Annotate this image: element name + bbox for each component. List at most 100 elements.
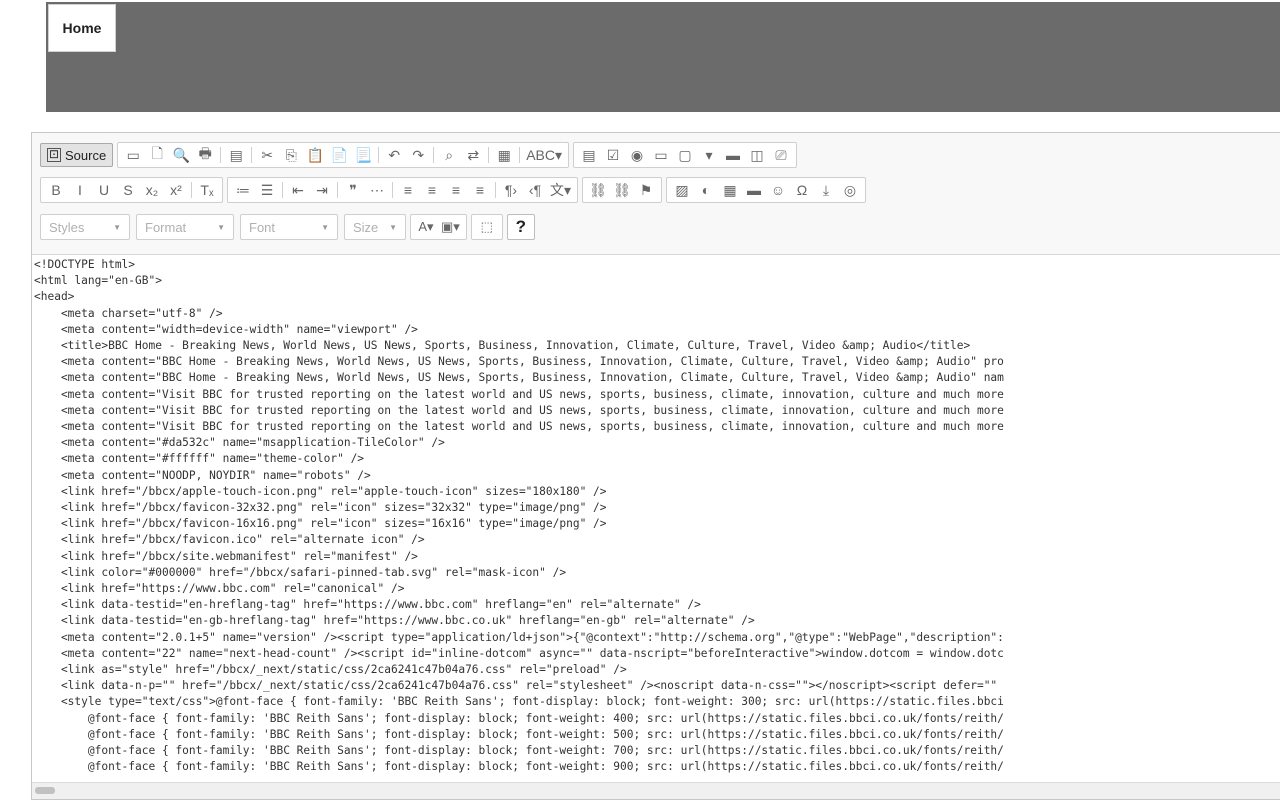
copy-icon[interactable]: ⎘: [280, 144, 302, 166]
image-button-icon[interactable]: ◫: [746, 144, 768, 166]
strikethrough-icon[interactable]: S: [117, 179, 139, 201]
size-combo[interactable]: Size ▼: [344, 214, 406, 240]
help-button[interactable]: ?: [506, 214, 535, 240]
text-color-icon[interactable]: A▾: [415, 216, 437, 238]
home-tab[interactable]: Home: [48, 4, 116, 52]
unlink-icon[interactable]: ⛓: [611, 179, 633, 201]
format-combo-label: Format: [145, 219, 187, 235]
templates-icon[interactable]: ▤: [225, 144, 247, 166]
checkbox-icon[interactable]: ☑: [602, 144, 624, 166]
superscript-icon[interactable]: x²: [165, 179, 187, 201]
format-combo[interactable]: Format ▼: [136, 214, 234, 240]
new-page-icon[interactable]: 🗋: [146, 144, 168, 166]
styles-combo[interactable]: Styles ▼: [40, 214, 130, 240]
blockquote-icon[interactable]: ❞: [342, 179, 364, 201]
div-icon[interactable]: ⋯: [366, 179, 388, 201]
find-icon[interactable]: ⌕: [438, 144, 460, 166]
font-combo-label: Font: [249, 219, 276, 235]
align-center-icon[interactable]: ≡: [421, 179, 443, 201]
chevron-down-icon: ▼: [113, 222, 121, 232]
align-right-icon[interactable]: ≡: [445, 179, 467, 201]
remove-format-icon[interactable]: Tₓ: [196, 179, 218, 201]
toolbar-separator: [495, 182, 496, 198]
toolbar-separator: [433, 147, 435, 163]
toolbar-combos: Styles ▼ Format ▼ Font ▼ Size ▼: [40, 214, 406, 240]
textarea-icon[interactable]: ▢: [674, 144, 696, 166]
decrease-indent-icon[interactable]: ⇤: [287, 179, 309, 201]
save-icon[interactable]: ▭: [122, 144, 144, 166]
radio-icon[interactable]: ◉: [626, 144, 648, 166]
smiley-icon[interactable]: ☺: [767, 179, 789, 201]
toolbar-separator: [220, 147, 222, 163]
align-left-icon[interactable]: ≡: [397, 179, 419, 201]
numbered-list-icon[interactable]: ≔: [232, 179, 254, 201]
table-icon[interactable]: ▦: [719, 179, 741, 201]
toolbar-separator: [191, 182, 192, 198]
toolbar-row-2: B I U Sx₂ x² Tₓ ≔ ☰ ⇤ ⇥ ❞ ⋯ ≡ ≡ ≡ ≡ ¶› ‹¶ 文▾ ⛓ ⛓ ⚑ ▨ ◐ ▦ ▬ ☺ Ω ⤓ ◎: [40, 176, 867, 204]
toolbar-group-document-clipboard: ▭ 🗋 🔍 🖶 ▤ ✂ ⎘ 📋 📄 📃 ↶ ↷ ⌕ ⇄ ▦ ABC▾: [117, 142, 570, 168]
horizontal-line-icon[interactable]: ▬: [743, 179, 765, 201]
editor-toolbar: ⊡ Source ▭ 🗋 🔍 🖶 ▤ ✂ ⎘ 📋 📄 📃 ↶ ↷ ⌕ ⇄ ▦ ABC▾ ▤ ☑ ◉ ▭ ▢ ▾ ▬ ◫ ⎚ B…: [32, 133, 1280, 255]
language-icon[interactable]: 文▾: [548, 179, 573, 201]
iframe-icon[interactable]: ◎: [839, 179, 861, 201]
select-field-icon[interactable]: ▾: [698, 144, 720, 166]
paste-text-icon[interactable]: 📄: [328, 144, 350, 166]
bulleted-list-icon[interactable]: ☰: [256, 179, 278, 201]
toolbar-row-1: ⊡ Source ▭ 🗋 🔍 🖶 ▤ ✂ ⎘ 📋 📄 📃 ↶ ↷ ⌕ ⇄ ▦ ABC▾ ▤ ☑ ◉ ▭ ▢ ▾ ▬ ◫ ⎚: [40, 141, 798, 169]
replace-icon[interactable]: ⇄: [462, 144, 484, 166]
special-char-icon[interactable]: Ω: [791, 179, 813, 201]
spellcheck-icon[interactable]: ABC▾: [524, 144, 564, 166]
paste-word-icon[interactable]: 📃: [352, 144, 374, 166]
italic-icon[interactable]: I: [69, 179, 91, 201]
hidden-field-icon[interactable]: ⎚: [770, 144, 792, 166]
background-color-icon[interactable]: ▣▾: [439, 216, 462, 238]
select-all-icon[interactable]: ▦: [493, 144, 515, 166]
scrollbar-thumb[interactable]: [35, 787, 55, 794]
page-header-bar: [46, 2, 1280, 112]
source-code-area[interactable]: <!DOCTYPE html> <html lang="en-GB"> <hea…: [32, 254, 1280, 785]
print-icon[interactable]: 🖶: [194, 144, 216, 166]
font-combo[interactable]: Font ▼: [240, 214, 338, 240]
source-code-text: <!DOCTYPE html> <html lang="en-GB"> <hea…: [34, 258, 1004, 774]
redo-icon[interactable]: ↷: [407, 144, 429, 166]
underline-icon[interactable]: U: [93, 179, 115, 201]
chevron-down-icon: ▼: [321, 222, 329, 232]
undo-icon[interactable]: ↶: [383, 144, 405, 166]
chevron-down-icon: ▼: [217, 222, 225, 232]
horizontal-scrollbar[interactable]: [32, 782, 1280, 799]
image-icon[interactable]: ▨: [671, 179, 693, 201]
toolbar-separator: [488, 147, 490, 163]
bold-icon[interactable]: B: [45, 179, 67, 201]
ltr-icon[interactable]: ¶›: [500, 179, 522, 201]
toolbar-separator: [282, 182, 283, 198]
toolbar-group-insert: ▨ ◐ ▦ ▬ ☺ Ω ⤓ ◎: [666, 177, 867, 203]
form-icon[interactable]: ▤: [578, 144, 600, 166]
justify-icon[interactable]: ≡: [469, 179, 491, 201]
size-combo-label: Size: [353, 219, 379, 235]
link-icon[interactable]: ⛓: [587, 179, 609, 201]
toolbar-group-forms: ▤ ☑ ◉ ▭ ▢ ▾ ▬ ◫ ⎚: [573, 142, 798, 168]
source-button-label: Source: [65, 147, 107, 163]
chevron-down-icon: ▼: [389, 222, 397, 232]
toolbar-separator: [519, 147, 521, 163]
textfield-icon[interactable]: ▭: [650, 144, 672, 166]
toolbar-group-colors: A▾ ▣▾: [410, 214, 467, 240]
cut-icon[interactable]: ✂: [256, 144, 278, 166]
paste-icon[interactable]: 📋: [304, 144, 326, 166]
subscript-icon[interactable]: x₂: [141, 179, 163, 201]
page-break-icon[interactable]: ⤓: [815, 179, 837, 201]
toolbar-separator: [378, 147, 380, 163]
toolbar-group-paragraph: ≔ ☰ ⇤ ⇥ ❞ ⋯ ≡ ≡ ≡ ≡ ¶› ‹¶ 文▾: [227, 177, 579, 203]
source-button[interactable]: ⊡ Source: [40, 143, 114, 167]
maximize-icon[interactable]: ⬚: [476, 216, 498, 238]
rich-text-editor: ⊡ Source ▭ 🗋 🔍 🖶 ▤ ✂ ⎘ 📋 📄 📃 ↶ ↷ ⌕ ⇄ ▦ ABC▾ ▤ ☑ ◉ ▭ ▢ ▾ ▬ ◫ ⎚ B…: [31, 132, 1280, 800]
flash-icon[interactable]: ◐: [695, 179, 717, 201]
toolbar-group-tools: ⬚: [470, 214, 503, 240]
preview-icon[interactable]: 🔍: [170, 144, 192, 166]
toolbar-separator: [251, 147, 253, 163]
toolbar-group-basic-styles: B I U Sx₂ x² Tₓ: [40, 177, 223, 203]
increase-indent-icon[interactable]: ⇥: [311, 179, 333, 201]
button-field-icon[interactable]: ▬: [722, 144, 744, 166]
anchor-icon[interactable]: ⚑: [635, 179, 657, 201]
rtl-icon[interactable]: ‹¶: [524, 179, 546, 201]
